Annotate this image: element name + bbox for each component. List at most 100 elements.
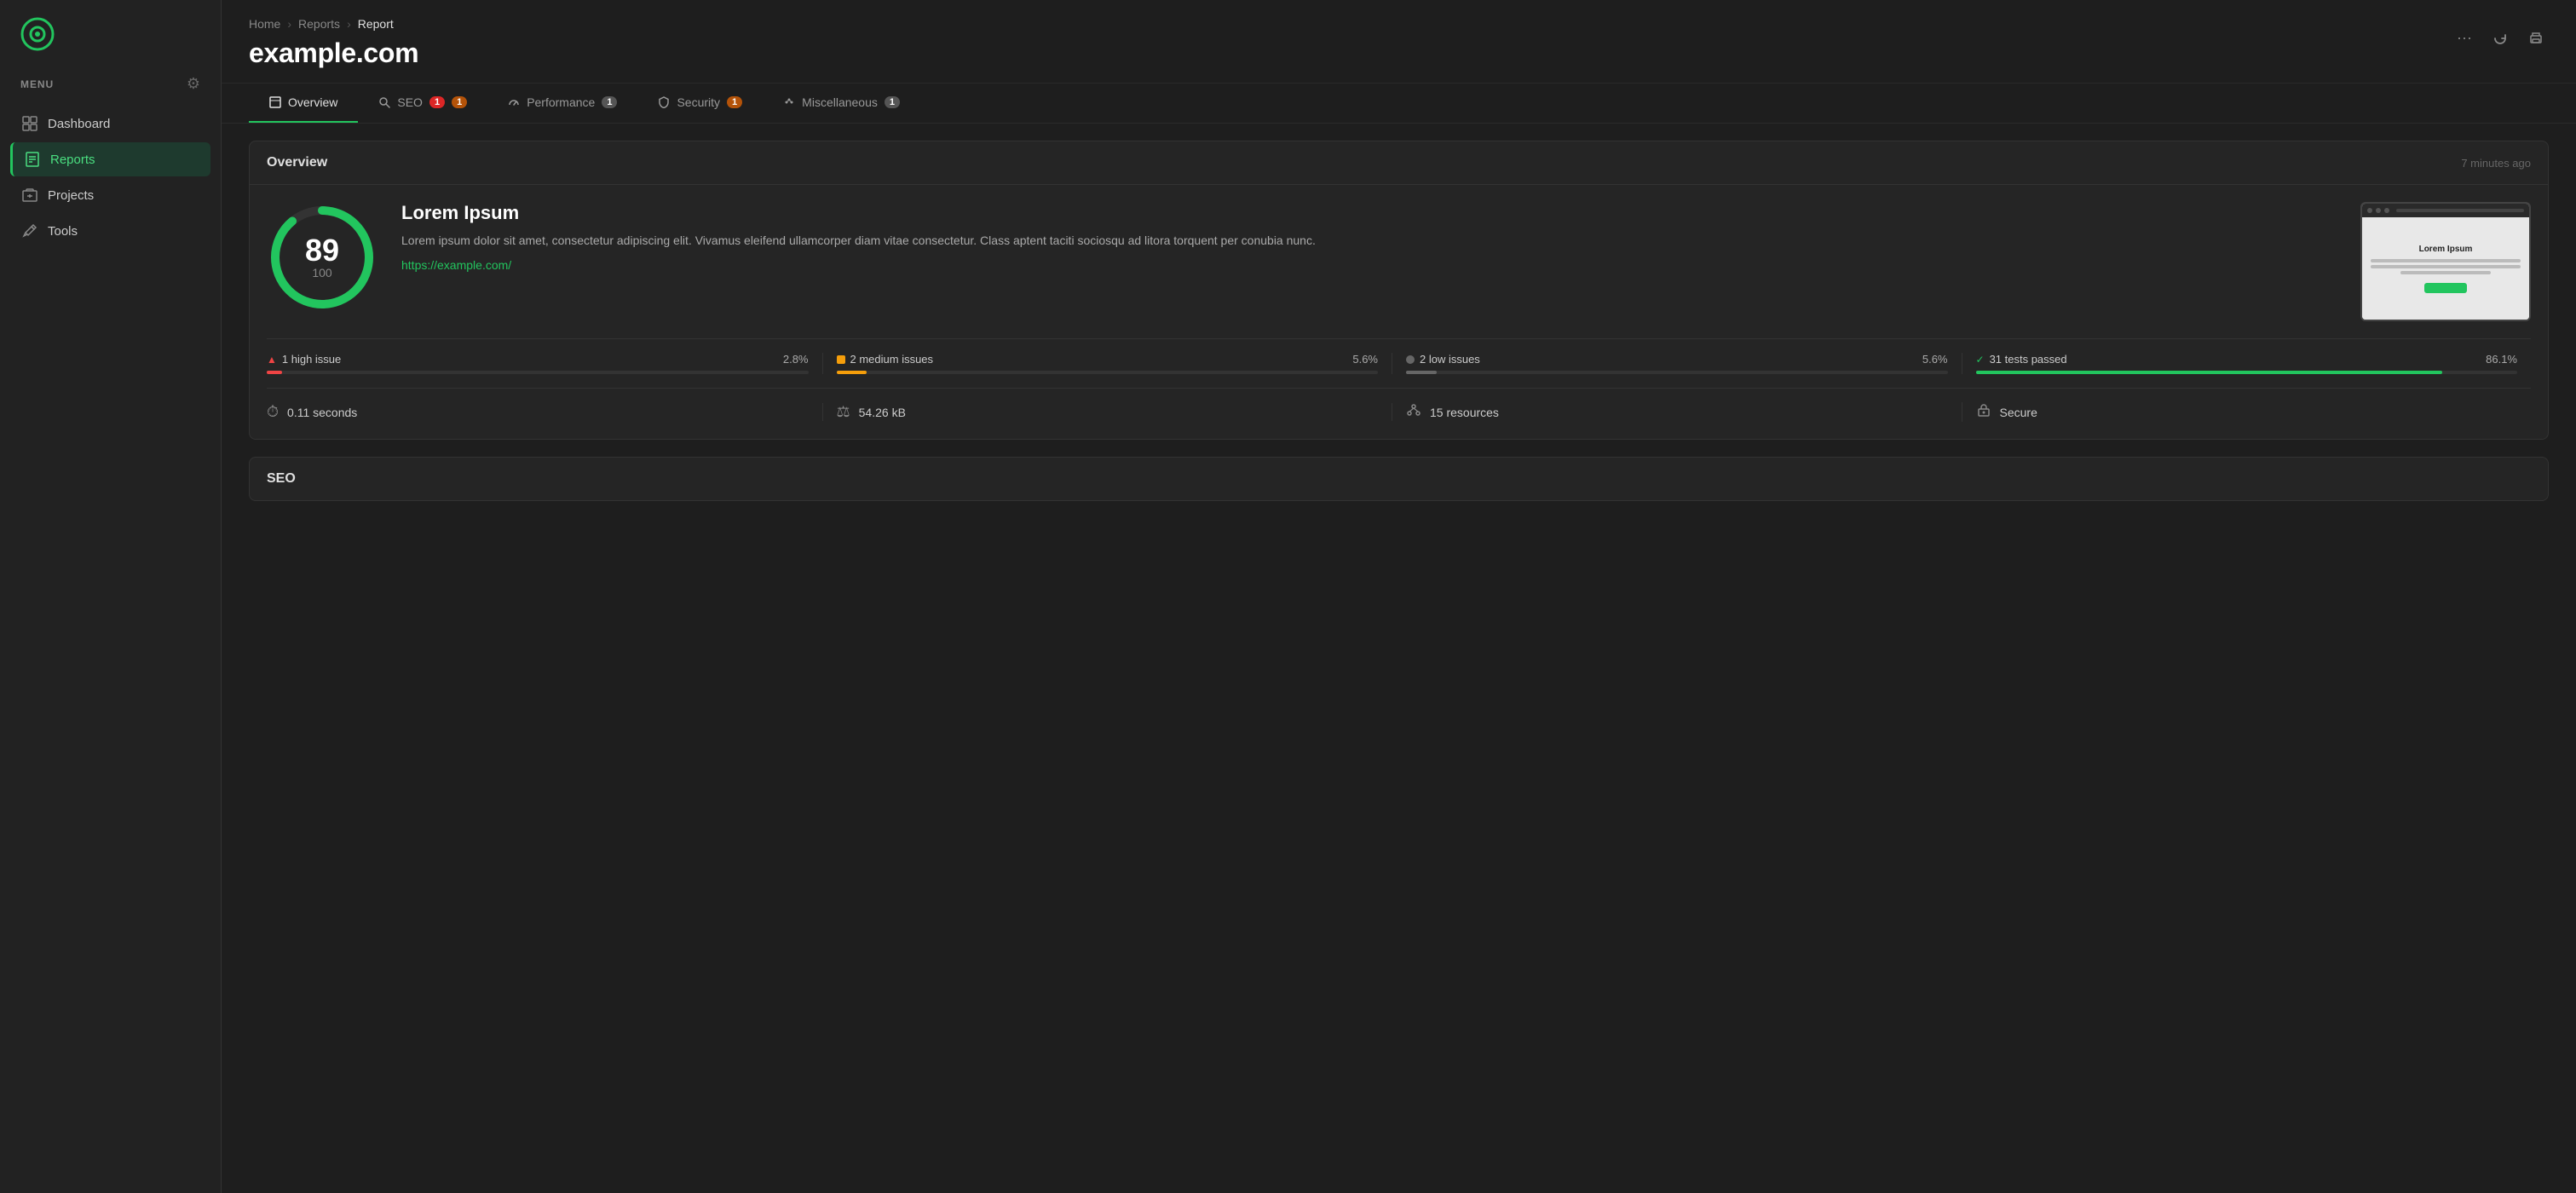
overview-section: Overview 7 minutes ago 89 100 bbox=[249, 141, 2549, 440]
issue-low-bar bbox=[1406, 371, 1948, 374]
issue-low: 2 low issues 5.6% bbox=[1392, 353, 1962, 374]
issue-high: ▲ 1 high issue 2.8% bbox=[267, 353, 823, 374]
sidebar-item-reports[interactable]: Reports bbox=[10, 142, 210, 176]
tab-performance[interactable]: Performance 1 bbox=[487, 84, 637, 123]
thumb-dot-2 bbox=[2376, 208, 2381, 213]
sidebar-item-projects[interactable]: Projects bbox=[10, 178, 210, 212]
issue-passed-label: ✓ 31 tests passed bbox=[1976, 353, 2067, 366]
more-options-button[interactable]: ··· bbox=[2452, 24, 2477, 52]
tab-security-label: Security bbox=[677, 95, 720, 109]
issue-low-label-row: 2 low issues 5.6% bbox=[1406, 353, 1948, 366]
breadcrumb-sep-2: › bbox=[347, 17, 351, 31]
sidebar-item-tools-label: Tools bbox=[48, 224, 78, 239]
thumb-content: Lorem Ipsum bbox=[2362, 217, 2529, 320]
header-actions: ··· bbox=[2452, 24, 2549, 52]
refresh-button[interactable] bbox=[2487, 26, 2513, 51]
stat-time-value: 0.11 seconds bbox=[287, 406, 357, 419]
tab-misc-label: Miscellaneous bbox=[802, 95, 878, 109]
breadcrumb-reports[interactable]: Reports bbox=[298, 17, 340, 31]
issue-high-pct: 2.8% bbox=[783, 353, 809, 366]
page-title: example.com bbox=[249, 37, 418, 69]
score-value: 89 bbox=[305, 235, 339, 266]
sidebar: MENU ⚙ Dashboard bbox=[0, 0, 222, 1193]
dashboard-icon bbox=[22, 116, 37, 131]
tab-seo[interactable]: SEO 1 1 bbox=[358, 84, 487, 123]
high-issue-icon: ▲ bbox=[267, 354, 277, 366]
thumb-text-lines bbox=[2371, 259, 2521, 274]
issue-high-label-row: ▲ 1 high issue 2.8% bbox=[267, 353, 809, 366]
score-max: 100 bbox=[305, 266, 339, 280]
security-badge: 1 bbox=[727, 96, 742, 108]
stat-time: ⏱ 0.11 seconds bbox=[267, 403, 823, 421]
settings-icon[interactable]: ⚙ bbox=[187, 75, 200, 93]
site-preview-thumbnail: Lorem Ipsum bbox=[2360, 202, 2531, 321]
issue-passed-pct: 86.1% bbox=[2486, 353, 2517, 366]
projects-icon bbox=[22, 187, 37, 203]
size-icon: ⚖ bbox=[837, 403, 850, 421]
thumb-address-bar bbox=[2396, 209, 2524, 212]
breadcrumb-sep-1: › bbox=[287, 17, 291, 31]
issue-low-pct: 5.6% bbox=[1922, 353, 1948, 366]
sidebar-nav: Dashboard Reports bbox=[0, 103, 221, 251]
medium-issue-icon bbox=[837, 355, 845, 364]
sidebar-logo bbox=[0, 0, 221, 68]
thumb-line-3 bbox=[2400, 271, 2491, 274]
issue-medium-label: 2 medium issues bbox=[837, 353, 934, 366]
overview-url[interactable]: https://example.com/ bbox=[401, 258, 511, 272]
seo-tab-icon bbox=[378, 96, 390, 108]
page-header: Home › Reports › Report example.com ··· bbox=[222, 0, 2576, 84]
tab-miscellaneous[interactable]: Miscellaneous 1 bbox=[763, 84, 920, 123]
print-button[interactable] bbox=[2523, 26, 2549, 51]
overview-body: 89 100 Lorem Ipsum Lorem ipsum dolor sit… bbox=[250, 185, 2548, 439]
issue-passed-label-row: ✓ 31 tests passed 86.1% bbox=[1976, 353, 2518, 366]
thumb-dot-3 bbox=[2384, 208, 2389, 213]
sidebar-item-dashboard[interactable]: Dashboard bbox=[10, 107, 210, 141]
overview-description: Lorem ipsum dolor sit amet, consectetur … bbox=[401, 231, 2337, 250]
issue-high-bar bbox=[267, 371, 809, 374]
tools-icon bbox=[22, 223, 37, 239]
seo-badge-yellow: 1 bbox=[452, 96, 467, 108]
resources-svg-icon bbox=[1406, 402, 1421, 418]
misc-badge: 1 bbox=[885, 96, 900, 108]
score-center: 89 100 bbox=[305, 235, 339, 280]
issue-high-label: ▲ 1 high issue bbox=[267, 353, 341, 366]
lock-svg-icon bbox=[1976, 402, 1991, 418]
issue-passed-bar bbox=[1976, 371, 2518, 374]
tab-security[interactable]: Security 1 bbox=[637, 84, 763, 123]
overview-section-time: 7 minutes ago bbox=[2461, 157, 2531, 170]
thumb-bar bbox=[2362, 204, 2529, 217]
resources-icon bbox=[1406, 402, 1421, 422]
issues-row: ▲ 1 high issue 2.8% bbox=[267, 338, 2531, 374]
stat-size-value: 54.26 kB bbox=[859, 406, 906, 419]
overview-tab-icon bbox=[269, 96, 281, 108]
seo-badge-red: 1 bbox=[429, 96, 445, 108]
sidebar-menu-header: MENU ⚙ bbox=[0, 68, 221, 103]
issue-low-label: 2 low issues bbox=[1406, 353, 1480, 366]
tab-overview[interactable]: Overview bbox=[249, 84, 358, 123]
misc-tab-icon bbox=[783, 96, 795, 108]
low-issue-icon bbox=[1406, 355, 1415, 364]
performance-badge: 1 bbox=[602, 96, 617, 108]
seo-section-title: SEO bbox=[267, 471, 296, 486]
app-logo-icon bbox=[20, 17, 55, 51]
thumb-site-title: Lorem Ipsum bbox=[2419, 245, 2473, 254]
thumb-line-1 bbox=[2371, 259, 2521, 262]
overview-top-row: 89 100 Lorem Ipsum Lorem ipsum dolor sit… bbox=[267, 202, 2531, 321]
thumb-line-2 bbox=[2371, 265, 2521, 268]
sidebar-item-tools[interactable]: Tools bbox=[10, 214, 210, 248]
stat-size: ⚖ 54.26 kB bbox=[823, 403, 1393, 421]
sidebar-menu-label: MENU bbox=[20, 78, 54, 90]
stat-security-value: Secure bbox=[2000, 406, 2037, 419]
header-left: Home › Reports › Report example.com bbox=[249, 17, 418, 69]
seo-section-header: SEO bbox=[250, 458, 2548, 500]
issue-passed-bar-fill bbox=[1976, 371, 2442, 374]
issue-medium-bar-fill bbox=[837, 371, 867, 374]
stat-resources: 15 resources bbox=[1392, 402, 1962, 422]
stats-row: ⏱ 0.11 seconds ⚖ 54.26 kB bbox=[267, 388, 2531, 422]
sidebar-item-reports-label: Reports bbox=[50, 153, 95, 167]
breadcrumb-home[interactable]: Home bbox=[249, 17, 280, 31]
breadcrumb: Home › Reports › Report bbox=[249, 17, 418, 31]
issue-high-bar-fill bbox=[267, 371, 282, 374]
overview-text: Lorem Ipsum Lorem ipsum dolor sit amet, … bbox=[401, 202, 2337, 274]
score-circle: 89 100 bbox=[267, 202, 377, 313]
